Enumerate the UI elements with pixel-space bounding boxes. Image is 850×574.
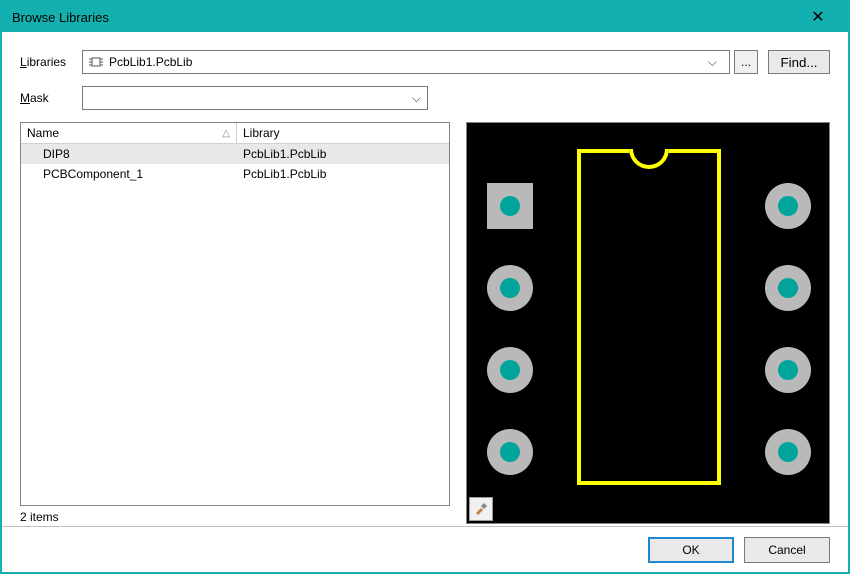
chevron-down-icon: ⌵	[412, 91, 421, 106]
table-row[interactable]: DIP8PcbLib1.PcbLib	[21, 144, 449, 164]
close-icon[interactable]: ✕	[798, 7, 838, 27]
mask-dropdown[interactable]: ⌵	[82, 86, 428, 110]
mask-row: Mask ⌵	[20, 86, 830, 110]
dialog-body: Libraries PcbLib1.PcbLib ⌵ ... Find... M…	[2, 32, 848, 526]
libraries-row: Libraries PcbLib1.PcbLib ⌵ ... Find...	[20, 50, 830, 74]
main-area: Name △ Library DIP8PcbLib1.PcbLibPCBComp…	[20, 122, 830, 524]
pad[interactable]: 5	[765, 429, 811, 475]
dialog-footer: OK Cancel	[2, 526, 848, 572]
cell-name: DIP8	[21, 146, 237, 162]
libraries-value: PcbLib1.PcbLib	[109, 55, 702, 69]
column-name[interactable]: Name △	[21, 123, 237, 143]
component-outline	[577, 149, 721, 485]
pad-number: 8	[784, 196, 793, 217]
pad[interactable]: 1	[487, 183, 533, 229]
pad[interactable]: 4	[487, 429, 533, 475]
pcb-canvas[interactable]: 1 2 3 4 8 7 6 5	[467, 123, 829, 523]
pad[interactable]: 8	[765, 183, 811, 229]
item-count: 2 items	[20, 510, 450, 524]
pad-number: 4	[506, 442, 515, 463]
cell-name: PCBComponent_1	[21, 166, 237, 182]
tool-button[interactable]	[469, 497, 493, 521]
pad[interactable]: 6	[765, 347, 811, 393]
component-table: Name △ Library DIP8PcbLib1.PcbLibPCBComp…	[20, 122, 450, 506]
libraries-label: Libraries	[20, 55, 82, 69]
chip-icon	[89, 56, 103, 68]
browse-libraries-dialog: Browse Libraries ✕ Libraries PcbLib1.Pcb…	[0, 0, 850, 574]
pad[interactable]: 7	[765, 265, 811, 311]
column-library[interactable]: Library	[237, 123, 449, 143]
pad[interactable]: 3	[487, 347, 533, 393]
table-body: DIP8PcbLib1.PcbLibPCBComponent_1PcbLib1.…	[21, 144, 449, 505]
pad-number: 1	[506, 196, 515, 217]
dialog-title: Browse Libraries	[12, 10, 798, 25]
ok-button[interactable]: OK	[648, 537, 734, 563]
preview-panel: 1 2 3 4 8 7 6 5	[466, 122, 830, 524]
cell-library: PcbLib1.PcbLib	[237, 146, 449, 162]
libraries-dropdown[interactable]: PcbLib1.PcbLib ⌵	[82, 50, 730, 74]
table-row[interactable]: PCBComponent_1PcbLib1.PcbLib	[21, 164, 449, 184]
cell-library: PcbLib1.PcbLib	[237, 166, 449, 182]
pad-number: 2	[506, 278, 515, 299]
table-header: Name △ Library	[21, 123, 449, 144]
pad-number: 3	[506, 360, 515, 381]
pad-number: 5	[784, 442, 793, 463]
cancel-button[interactable]: Cancel	[744, 537, 830, 563]
pad-number: 6	[784, 360, 793, 381]
titlebar: Browse Libraries ✕	[2, 2, 848, 32]
left-panel: Name △ Library DIP8PcbLib1.PcbLibPCBComp…	[20, 122, 450, 524]
hammer-icon	[474, 501, 488, 518]
sort-asc-icon: △	[222, 128, 230, 139]
pad-number: 7	[784, 278, 793, 299]
chevron-down-icon: ⌵	[702, 55, 723, 70]
libraries-more-button[interactable]: ...	[734, 50, 758, 74]
mask-label: Mask	[20, 91, 82, 105]
find-button[interactable]: Find...	[768, 50, 830, 74]
pad[interactable]: 2	[487, 265, 533, 311]
